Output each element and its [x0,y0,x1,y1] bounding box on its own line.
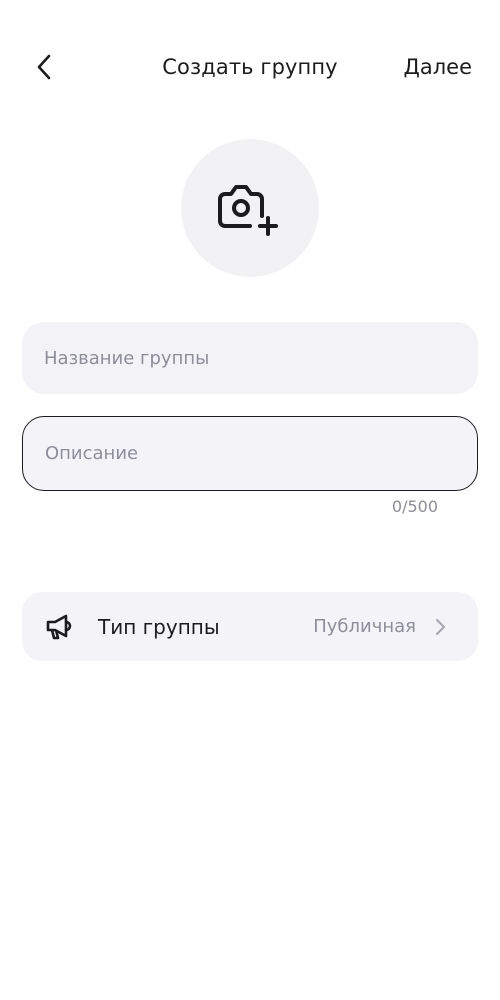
megaphone-icon [46,614,72,640]
group-name-input[interactable] [22,322,478,394]
group-name-field[interactable] [22,322,478,394]
group-type-value: Публичная [313,616,416,637]
group-photo-button[interactable] [181,139,319,277]
group-type-label: Тип группы [98,615,220,639]
chevron-right-icon [435,618,446,636]
top-bar: Создать группу Далее [0,0,500,130]
next-button[interactable]: Далее [403,54,472,80]
description-char-counter: 0/500 [391,497,438,516]
group-type-row[interactable]: Тип группы Публичная [22,592,478,661]
description-field[interactable] [22,416,478,491]
camera-plus-icon [218,185,278,236]
description-input[interactable] [23,417,477,490]
